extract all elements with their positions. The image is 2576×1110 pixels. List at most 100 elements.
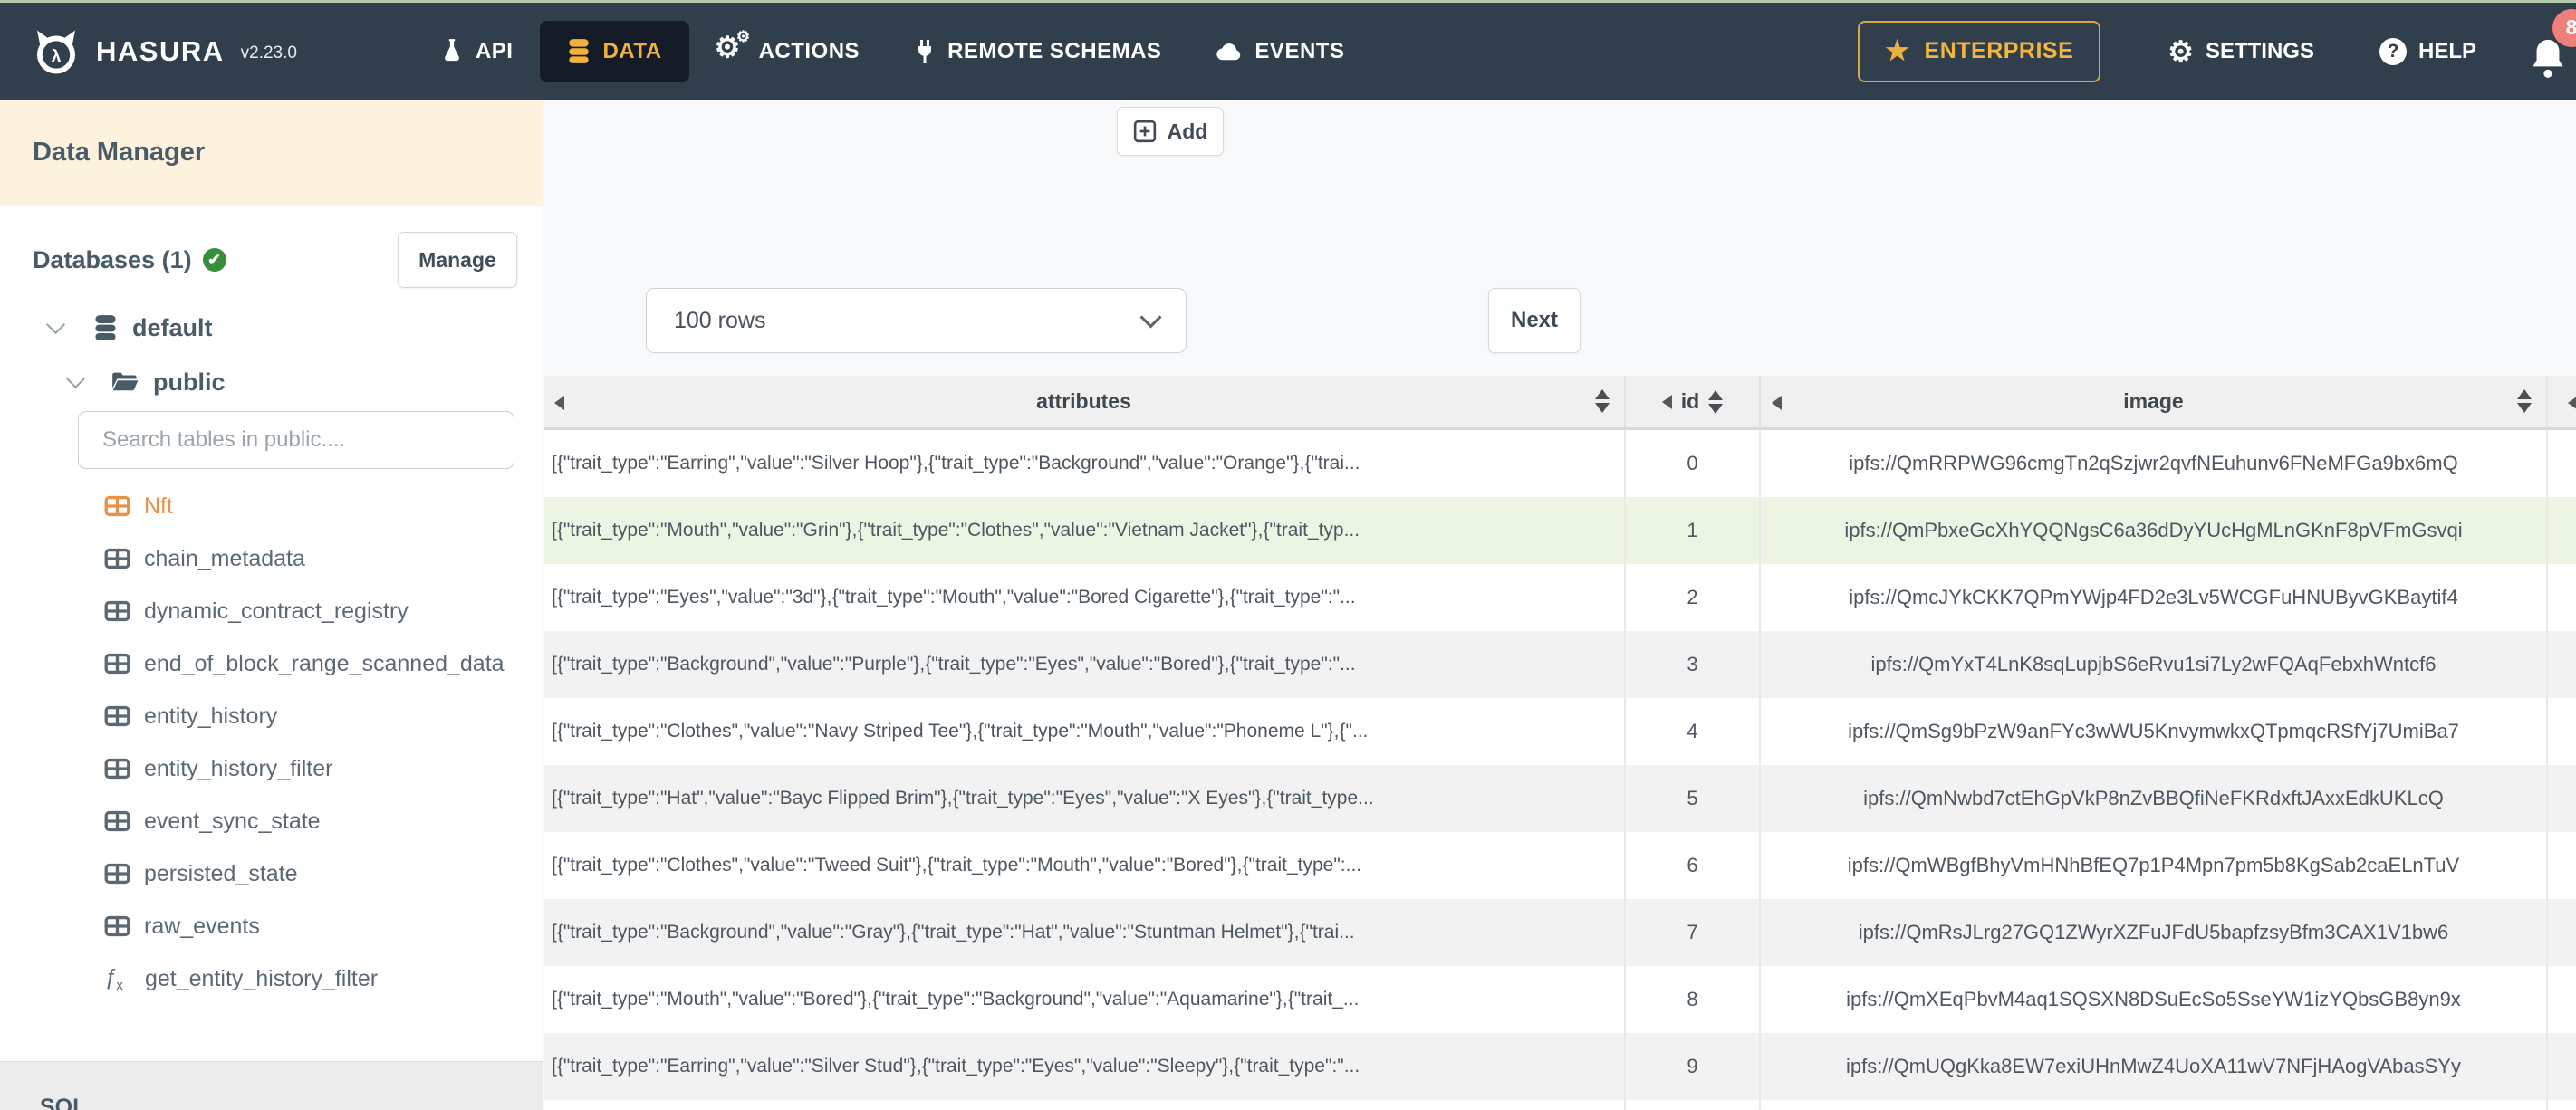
collapse-column-icon[interactable] [1661,394,1672,409]
help-button[interactable]: ? HELP [2379,37,2476,65]
sidebar-item-function-get-entity-history-filter[interactable]: ƒx get_entity_history_filter [104,952,517,1005]
cell-image[interactable]: ipfs://QmPbxeGcXhYQQNgsC6a36dDyYUcHgMLnG… [1761,497,2548,564]
cell-image[interactable]: ipfs://QmRRPWG96cmgTn2qSzjwr2qvfNEuhunv6… [1761,430,2548,497]
tree-node-database[interactable]: default [33,308,517,348]
table-row[interactable]: [{"trait_type":"Background","value":"Gra… [544,899,2576,966]
cell-id[interactable]: 3 [1626,631,1761,698]
table-row[interactable]: [{"trait_type":"Mouth","value":"Bored"},… [544,966,2576,1033]
schema-name: public [153,368,226,396]
brand[interactable]: λ HASURA v2.23.0 [31,26,297,77]
notifications-button[interactable]: 8 [2527,8,2576,83]
collapse-column-icon[interactable] [2568,396,2576,410]
cell-attributes[interactable]: [{"trait_type":"Mouth","value":"Grin"},{… [544,497,1626,564]
sidebar-item-table-end-of-block-range-scanned-data[interactable]: end_of_block_range_scanned_data [104,637,517,690]
sidebar: Data Manager Databases (1) ✔ Manage defa… [0,100,543,1110]
sort-icon[interactable] [1595,389,1610,413]
databases-row: Databases (1) ✔ Manage [33,232,517,288]
cell-id[interactable]: 0 [1626,430,1761,497]
cell-image[interactable]: ipfs://QmcJYkCKK7QPmYWjp4FD2e3Lv5WCGFuHN… [1761,564,2548,631]
gear-icon: ⚙ [2167,34,2194,68]
cell-image[interactable]: ipfs://QmNwbd7ctEhGpVkP8nZvBBQfiNeFKRdxf… [1761,765,2548,832]
cell-id[interactable]: 9 [1626,1033,1761,1100]
table-row[interactable]: [{"trait_type":"Earring","value":"Silver… [544,430,2576,497]
svg-text:λ: λ [51,46,61,66]
table-row[interactable]: [{"trait_type":"Clothes","value":"Tweed … [544,832,2576,899]
add-row-button[interactable]: Add [1117,107,1224,156]
database-icon [567,38,591,65]
sidebar-item-table-event-sync-state[interactable]: event_sync_state [104,795,517,847]
nav-item-remote-schemas[interactable]: REMOTE SCHEMAS [887,21,1188,82]
sidebar-body: Databases (1) ✔ Manage default public Se… [0,206,543,1005]
cell-image[interactable]: ipfs://QmUQgKka8EW7exiUHnMwZ4UoXA11wV7NF… [1761,1033,2548,1100]
nav-item-api[interactable]: API [413,21,541,82]
sort-icon[interactable] [2517,389,2532,413]
collapse-column-icon[interactable] [554,396,564,410]
sort-icon[interactable] [1708,389,1724,414]
table-icon [104,600,130,622]
table-row-partial [544,1100,2576,1110]
table-row[interactable]: [{"trait_type":"Background","value":"Pur… [544,631,2576,698]
sidebar-item-table-nft[interactable]: Nft [104,480,517,532]
column-header-attributes[interactable]: attributes [544,376,1626,427]
cell-id[interactable]: 7 [1626,899,1761,966]
chevron-down-icon[interactable] [65,368,86,388]
plug-icon [914,38,936,65]
databases-label: Databases (1) [33,245,192,273]
nav-item-events[interactable]: EVENTS [1188,21,1371,82]
table-icon [104,653,130,675]
cell-image[interactable]: ipfs://QmRsJLrg27GQ1ZWyrXZFuJFdU5bapfzsy… [1761,899,2548,966]
hasura-console: λ HASURA v2.23.0 API DATA ⚙ ⚙ ACTIONS RE… [0,0,2576,1110]
nav-item-actions[interactable]: ⚙ ⚙ ACTIONS [689,21,888,82]
collapse-column-icon[interactable] [1772,396,1782,410]
tree-node-schema[interactable]: public [33,362,517,402]
table-row[interactable]: [{"trait_type":"Eyes","value":"3d"},{"tr… [544,564,2576,631]
cell-id[interactable]: 2 [1626,564,1761,631]
table-row-highlighted[interactable]: [{"trait_type":"Mouth","value":"Grin"},{… [544,497,2576,564]
gears-icon: ⚙ ⚙ [714,27,751,63]
sidebar-item-table-chain-metadata[interactable]: chain_metadata [104,532,517,585]
cell-attributes[interactable]: [{"trait_type":"Clothes","value":"Tweed … [544,832,1626,899]
cell-id[interactable]: 1 [1626,497,1761,564]
sidebar-item-table-entity-history-filter[interactable]: entity_history_filter [104,742,517,795]
cell-id[interactable]: 4 [1626,698,1761,765]
manage-button[interactable]: Manage [398,232,517,288]
nav-item-data[interactable]: DATA [540,20,689,82]
rows-per-page-select[interactable]: 100 rows [646,288,1187,353]
nav-right: ★ ENTERPRISE ⚙ SETTINGS ? HELP 8 [1858,3,2576,100]
chevron-down-icon [1139,305,1162,329]
cell-attributes[interactable]: [{"trait_type":"Earring","value":"Silver… [544,1033,1626,1100]
table-row[interactable]: [{"trait_type":"Earring","value":"Silver… [544,1033,2576,1100]
flask-icon [440,38,464,65]
cell-attributes[interactable]: [{"trait_type":"Background","value":"Pur… [544,631,1626,698]
cell-id[interactable]: 8 [1626,966,1761,1033]
sidebar-item-table-entity-history[interactable]: entity_history [104,690,517,742]
sidebar-title: Data Manager [0,100,543,206]
cell-image[interactable]: ipfs://QmYxT4LnK8sqLupjbS6eRvu1si7Ly2wFQ… [1761,631,2548,698]
sidebar-footer-sql[interactable]: SQL [0,1061,543,1110]
cell-attributes[interactable]: [{"trait_type":"Earring","value":"Silver… [544,430,1626,497]
chevron-down-icon[interactable] [45,314,66,334]
cell-attributes[interactable]: [{"trait_type":"Clothes","value":"Navy S… [544,698,1626,765]
search-input[interactable] [101,426,492,454]
next-page-button[interactable]: Next [1488,288,1581,353]
enterprise-button[interactable]: ★ ENTERPRISE [1858,20,2101,82]
help-icon: ? [2379,37,2407,65]
table-search [78,411,514,469]
cell-attributes[interactable]: [{"trait_type":"Background","value":"Gra… [544,899,1626,966]
cell-image[interactable]: ipfs://QmWBgfBhyVmHNhBfEQ7p1P4Mpn7pm5b8K… [1761,832,2548,899]
column-header-image[interactable]: image [1761,376,2548,427]
sidebar-item-table-raw-events[interactable]: raw_events [104,900,517,952]
cell-attributes[interactable]: [{"trait_type":"Mouth","value":"Bored"},… [544,966,1626,1033]
column-header-id[interactable]: id [1626,376,1761,427]
cell-id[interactable]: 5 [1626,765,1761,832]
sidebar-item-table-persisted-state[interactable]: persisted_state [104,847,517,900]
cell-image[interactable]: ipfs://QmXEqPbvM4aq1SQSXN8DSuEcSo5SseYW1… [1761,966,2548,1033]
cell-attributes[interactable]: [{"trait_type":"Hat","value":"Bayc Flipp… [544,765,1626,832]
table-row[interactable]: [{"trait_type":"Clothes","value":"Navy S… [544,698,2576,765]
table-row[interactable]: [{"trait_type":"Hat","value":"Bayc Flipp… [544,765,2576,832]
cell-attributes[interactable]: [{"trait_type":"Eyes","value":"3d"},{"tr… [544,564,1626,631]
settings-button[interactable]: ⚙ SETTINGS [2167,37,2314,66]
cell-id[interactable]: 6 [1626,832,1761,899]
cell-image[interactable]: ipfs://QmSg9bPzW9anFYc3wWU5KnvymwkxQTpmq… [1761,698,2548,765]
sidebar-item-table-dynamic-contract-registry[interactable]: dynamic_contract_registry [104,585,517,637]
